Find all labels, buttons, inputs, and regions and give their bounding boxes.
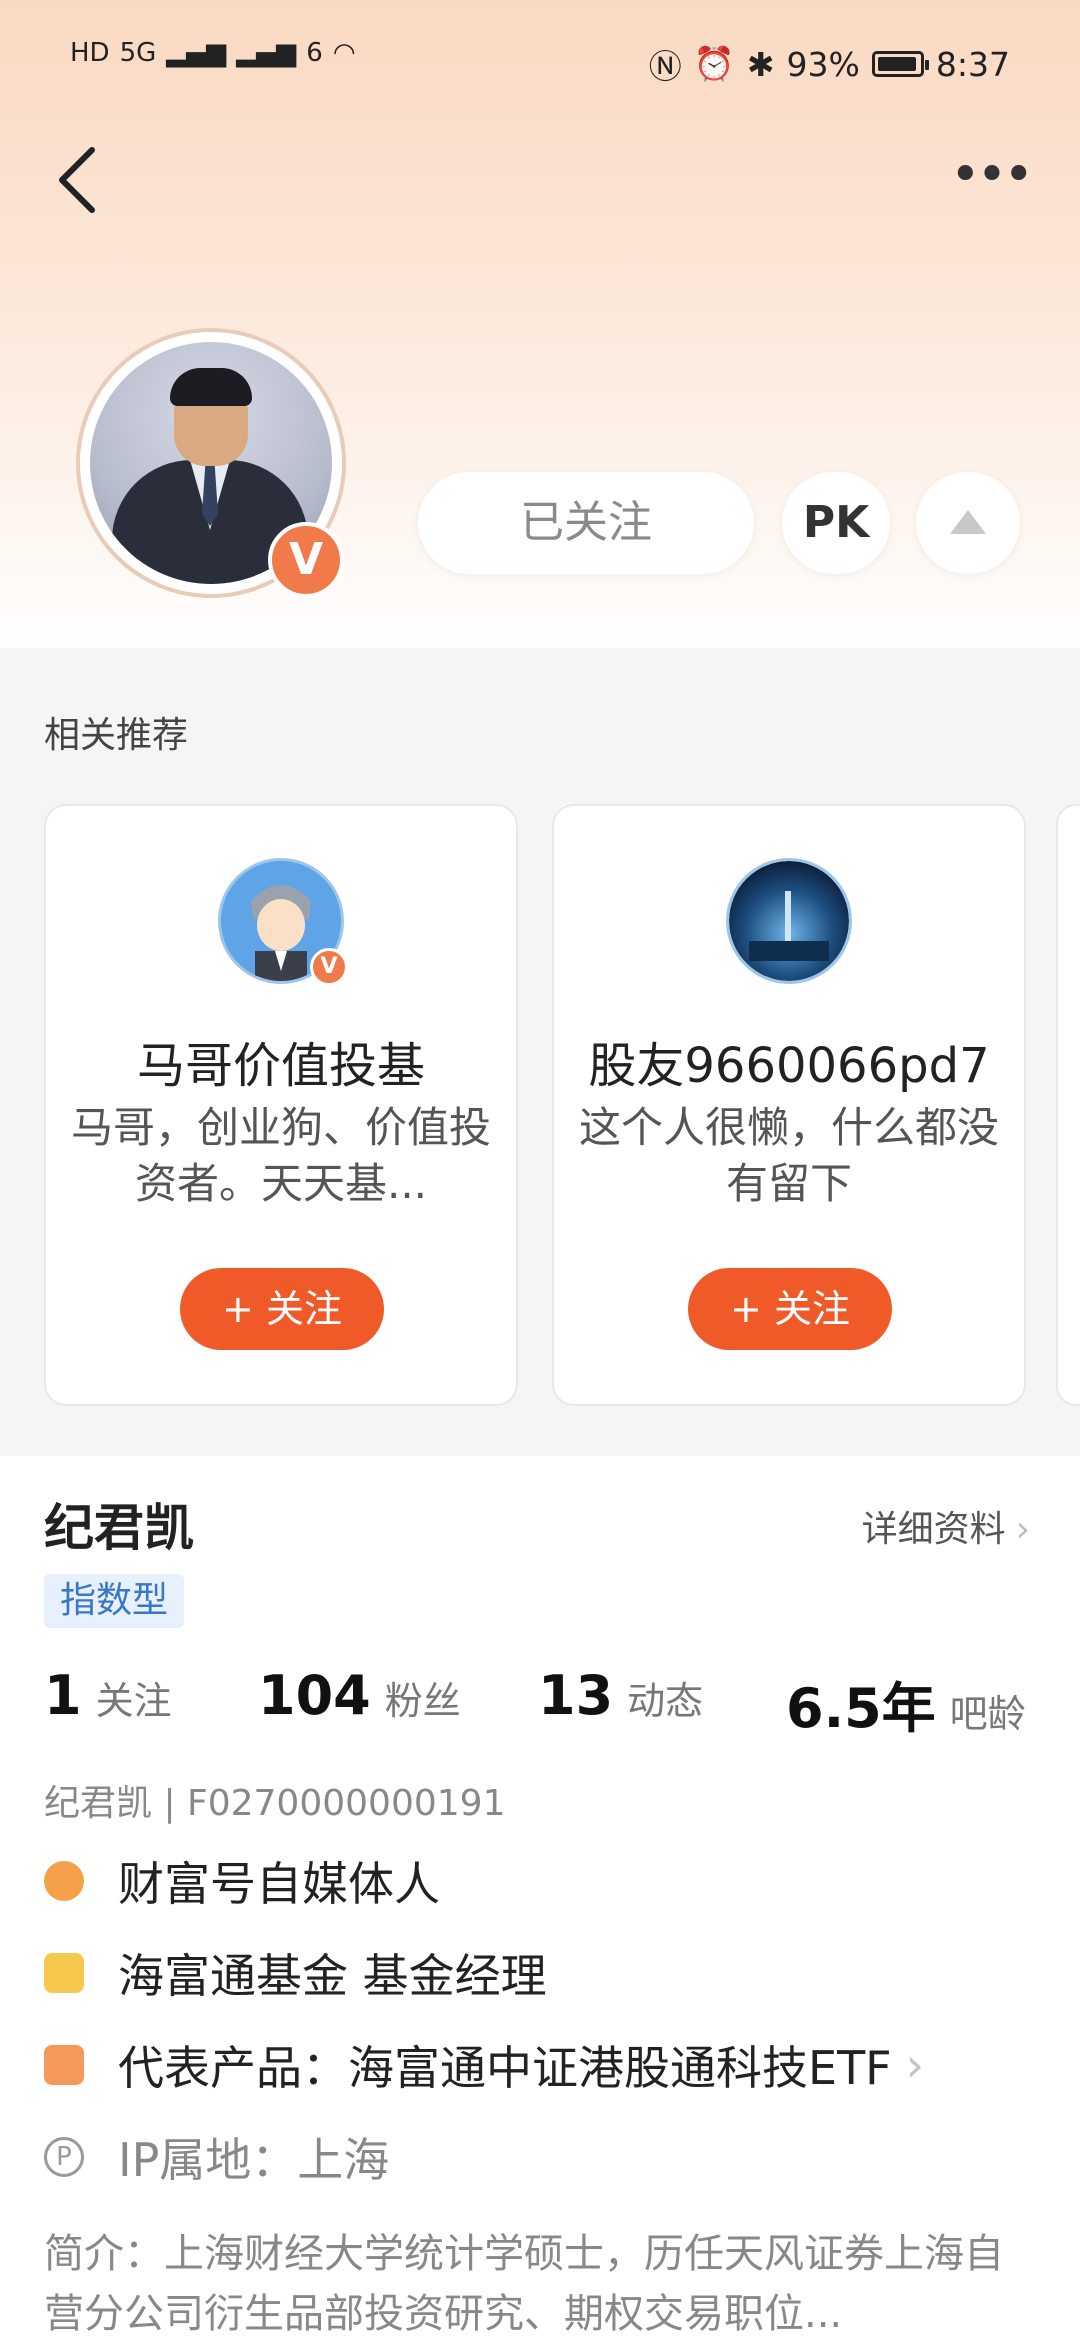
signal-icon-2: ▂▄▆ xyxy=(236,38,297,68)
status-left: HD 5G ▂▄▆ ▂▄▆ 6 ◠ xyxy=(70,38,356,68)
chevron-right-icon: › xyxy=(905,2038,925,2092)
star-badge-icon xyxy=(44,2045,84,2085)
profile-header: HD 5G ▂▄▆ ▂▄▆ 6 ◠ Ⓝ ⏰ ✱ 93% 8:37 ••• V 已… xyxy=(0,0,1080,648)
user-id: 纪君凯 | F0270000000191 xyxy=(44,1783,506,1824)
recommend-card-peek[interactable] xyxy=(1056,804,1080,1406)
triangle-up-button[interactable] xyxy=(916,472,1020,574)
stat-label: 关注 xyxy=(95,1679,172,1723)
location-p-icon: P xyxy=(44,2137,84,2177)
stat-label: 吧龄 xyxy=(949,1692,1026,1736)
more-icon[interactable]: ••• xyxy=(950,149,1034,201)
recommend-title: 相关推荐 xyxy=(44,715,189,756)
wifi-icon: ◠ xyxy=(332,38,356,68)
info-text: IP属地：上海 xyxy=(118,2133,390,2187)
info-item: 财富号自媒体人 xyxy=(44,1848,440,1914)
clock: 8:37 xyxy=(935,44,1010,84)
stat-following[interactable]: 1 关注 xyxy=(44,1664,172,1727)
card-desc: 这个人很懒，什么都没有留下 xyxy=(578,1103,999,1208)
detail-link[interactable]: 详细资料 › xyxy=(862,1500,1030,1552)
stat-label: 动态 xyxy=(627,1679,704,1723)
network-6-icon: 6 xyxy=(306,38,323,68)
followed-button[interactable]: 已关注 xyxy=(418,472,754,574)
stat-fans[interactable]: 104 粉丝 xyxy=(258,1664,461,1727)
stat-number: 1 xyxy=(44,1664,82,1727)
recommend-section: 相关推荐 V 马哥价值投基 马哥，创业狗、价值投资者。天天基... + 关注 股 xyxy=(0,648,1080,1456)
stats-row: 1 关注 104 粉丝 13 动态 6.5年 吧龄 xyxy=(44,1664,1044,1740)
card-follow-button[interactable]: + 关注 xyxy=(180,1268,384,1350)
fund-type-tag: 指数型 xyxy=(44,1574,185,1628)
info-text: 财富号自媒体人 xyxy=(118,1857,440,1911)
stat-number: 104 xyxy=(258,1664,371,1727)
card-name: 马哥价值投基 xyxy=(136,1038,425,1094)
card-follow-button[interactable]: + 关注 xyxy=(688,1268,892,1350)
stat-number: 13 xyxy=(538,1664,614,1727)
stat-number: 6.5年 xyxy=(786,1677,936,1740)
info-item[interactable]: 代表产品：海富通中证港股通科技ETF › xyxy=(44,2032,924,2098)
info-text: 代表产品：海富通中证港股通科技ETF xyxy=(118,2041,892,2095)
pk-button[interactable]: PK xyxy=(782,472,890,574)
chevron-right-icon: › xyxy=(1015,1509,1030,1550)
hd-icon: HD xyxy=(70,38,110,68)
stat-label: 粉丝 xyxy=(384,1679,461,1723)
card-desc: 马哥，创业狗、价值投资者。天天基... xyxy=(70,1103,491,1208)
info-item: P IP属地：上海 xyxy=(44,2124,389,2190)
crown-badge-icon xyxy=(44,1953,84,1993)
nfc-icon: Ⓝ xyxy=(648,47,682,86)
detail-link-label: 详细资料 xyxy=(861,1509,1006,1550)
card-verified-icon: V xyxy=(310,948,348,986)
alarm-icon: ⏰ xyxy=(693,44,735,83)
bluetooth-icon: ✱ xyxy=(746,44,775,84)
stat-posts[interactable]: 13 动态 xyxy=(538,1664,703,1727)
info-item: 海富通基金 基金经理 xyxy=(44,1940,547,2006)
card-name: 股友9660066pd7 xyxy=(588,1038,990,1094)
stat-age: 6.5年 吧龄 xyxy=(786,1664,1026,1743)
recommend-card[interactable]: V 马哥价值投基 马哥，创业狗、价值投资者。天天基... + 关注 xyxy=(44,804,518,1406)
back-icon[interactable] xyxy=(50,140,110,220)
battery-icon xyxy=(871,51,929,77)
profile-intro: 简介：上海财经大学统计学硕士，历任天风证券上海自营分公司衍生品部投资研究、期权交… xyxy=(44,2231,1004,2337)
info-text: 海富通基金 基金经理 xyxy=(118,1949,547,2003)
profile-info: 纪君凯 详细资料 › 指数型 1 关注 104 粉丝 13 动态 6.5年 吧龄 纪君凯 … xyxy=(0,1456,1080,2340)
profile-name: 纪君凯 xyxy=(44,1499,194,1557)
battery-percent: 93% xyxy=(786,44,860,84)
medal-icon xyxy=(44,1861,84,1901)
recommend-card[interactable]: 股友9660066pd7 这个人很懒，什么都没有留下 + 关注 xyxy=(552,804,1026,1406)
status-bar: HD 5G ▂▄▆ ▂▄▆ 6 ◠ Ⓝ ⏰ ✱ 93% 8:37 xyxy=(0,0,1080,120)
triangle-up-icon xyxy=(950,510,986,534)
status-right: Ⓝ ⏰ ✱ 93% 8:37 xyxy=(649,40,1010,88)
verified-badge-icon: V xyxy=(268,522,344,598)
signal-icon: ▂▄▆ xyxy=(166,38,227,68)
card-avatar xyxy=(726,858,852,984)
network-5g-icon: 5G xyxy=(119,38,157,68)
